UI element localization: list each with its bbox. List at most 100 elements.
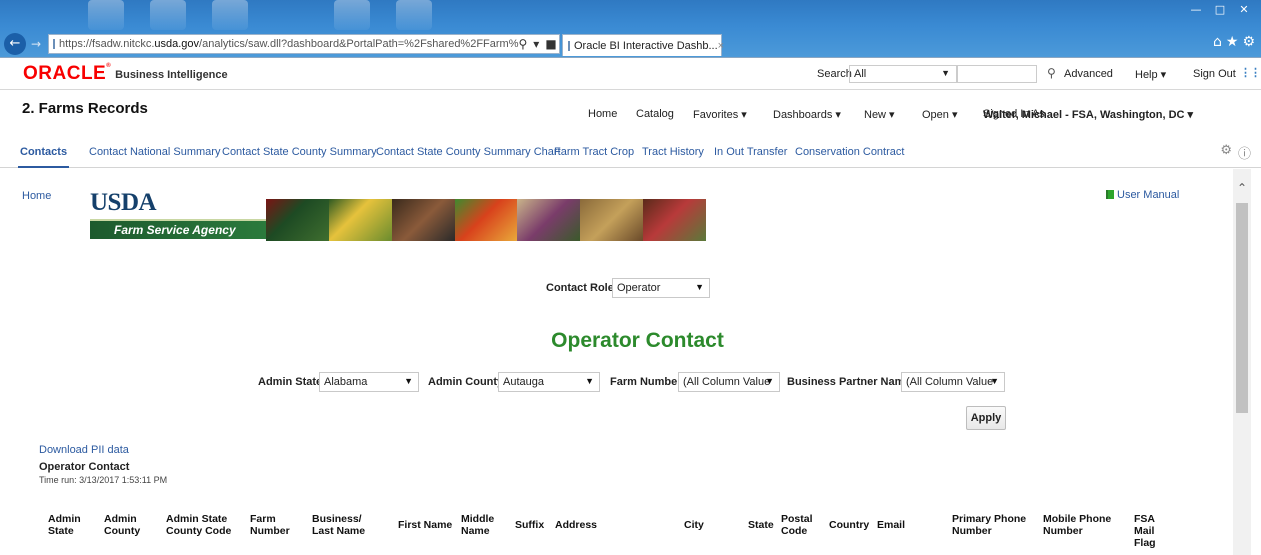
column-header[interactable]: Admin County bbox=[104, 513, 144, 537]
nav-open[interactable]: Open ▾ bbox=[922, 108, 958, 121]
dashboard-content: Home USDA Farm Service Agency User Manua… bbox=[0, 169, 1261, 555]
nav-catalog[interactable]: Catalog bbox=[636, 108, 674, 120]
chevron-up-icon[interactable]: ⌃ bbox=[1235, 181, 1249, 195]
close-icon[interactable]: ✕ bbox=[1233, 2, 1255, 18]
home-link[interactable]: Home bbox=[22, 190, 51, 202]
nav-home[interactable]: Home bbox=[588, 108, 617, 120]
oracle-logo[interactable]: ORACLE® bbox=[23, 63, 111, 85]
advanced-search-link[interactable]: Advanced bbox=[1064, 68, 1113, 80]
sign-out-link[interactable]: Sign Out bbox=[1193, 68, 1236, 80]
column-header[interactable]: Postal Code bbox=[781, 513, 817, 537]
chevron-down-icon: ▼ bbox=[765, 376, 774, 386]
maximize-icon[interactable]: □ bbox=[1209, 2, 1231, 18]
search-scope-select[interactable]: All ▼ bbox=[849, 65, 957, 83]
flag-icon bbox=[1106, 190, 1114, 199]
window-controls: — □ ✕ bbox=[1185, 2, 1255, 18]
admin-state-label: Admin State bbox=[258, 376, 323, 388]
dashboard-title: 2. Farms Records bbox=[22, 100, 148, 117]
taskbar-app-icon bbox=[212, 0, 248, 30]
lock-icon: ■ bbox=[545, 37, 557, 51]
obi-header: ORACLE® Business Intelligence Search All… bbox=[0, 58, 1261, 90]
column-header[interactable]: Mobile Phone Number bbox=[1043, 513, 1123, 537]
column-header[interactable]: State bbox=[748, 519, 778, 531]
column-header[interactable]: Address bbox=[555, 519, 605, 531]
column-header[interactable]: FSA Mail Flag bbox=[1134, 513, 1174, 549]
home-icon[interactable]: ⌂ bbox=[1213, 34, 1222, 50]
farm-number-label: Farm Number bbox=[610, 376, 682, 388]
taskbar-app-icon bbox=[150, 0, 186, 30]
column-header[interactable]: Country bbox=[829, 519, 874, 531]
minimize-icon[interactable]: — bbox=[1185, 2, 1207, 18]
column-header[interactable]: City bbox=[684, 519, 724, 531]
column-header[interactable]: Admin State County Code bbox=[166, 513, 236, 537]
favorites-star-icon[interactable]: ★ bbox=[1226, 34, 1239, 50]
tab-in-out-transfer[interactable]: In Out Transfer bbox=[714, 146, 787, 158]
help-circle-icon[interactable]: ⓘ bbox=[1238, 143, 1251, 162]
tab-conservation-contract[interactable]: Conservation Contract bbox=[795, 146, 904, 158]
agency-name: Farm Service Agency bbox=[114, 223, 236, 237]
nav-dashboards[interactable]: Dashboards ▾ bbox=[773, 108, 841, 121]
tab-contact-state-county-summary[interactable]: Contact State County Summary bbox=[222, 146, 377, 158]
address-bar[interactable]: https://fsadw.nitckc.usda.gov/analytics/… bbox=[48, 34, 560, 54]
report-title: Operator Contact bbox=[39, 461, 130, 473]
nav-favorites[interactable]: Favorites ▾ bbox=[693, 108, 747, 121]
download-pii-link[interactable]: Download PII data bbox=[39, 444, 129, 456]
chevron-down-icon: ▼ bbox=[585, 376, 594, 386]
admin-county-label: Admin County bbox=[428, 376, 504, 388]
dashboard-page-tabs: Contacts Contact National Summary Contac… bbox=[0, 136, 1261, 168]
url-text: https://fsadw.nitckc.usda.gov/analytics/… bbox=[59, 38, 519, 50]
signed-in-label: Signed In As bbox=[983, 108, 1045, 120]
dropdown-icon[interactable]: ▾ bbox=[533, 37, 539, 51]
more-icon[interactable]: ⋮⋮⋮ bbox=[1240, 66, 1261, 79]
time-run: Time run: 3/13/2017 1:53:11 PM bbox=[39, 475, 168, 485]
contact-role-select[interactable]: Operator ▼ bbox=[612, 278, 710, 298]
farm-number-select[interactable]: (All Column Value ▼ bbox=[678, 372, 780, 392]
signed-in-as[interactable]: Signed In As Walter, Michael - FSA, Wash… bbox=[983, 108, 1193, 121]
tab-farm-tract-crop[interactable]: Farm Tract Crop bbox=[554, 146, 634, 158]
column-header[interactable]: First Name bbox=[398, 519, 458, 531]
admin-county-select[interactable]: Autauga ▼ bbox=[498, 372, 600, 392]
taskbar-app-icon bbox=[88, 0, 124, 30]
product-name: Business Intelligence bbox=[115, 68, 228, 81]
search-icon[interactable]: ⚲ bbox=[519, 37, 528, 51]
page-icon bbox=[568, 40, 570, 51]
column-header[interactable]: Farm Number bbox=[250, 513, 292, 537]
admin-state-select[interactable]: Alabama ▼ bbox=[319, 372, 419, 392]
usda-banner: USDA Farm Service Agency bbox=[90, 189, 707, 243]
tab-close-icon[interactable]: × bbox=[718, 40, 724, 52]
chevron-down-icon: ▼ bbox=[695, 282, 704, 292]
user-manual-link[interactable]: User Manual bbox=[1106, 189, 1179, 201]
dashboard-bar: 2. Farms Records Home Catalog Favorites … bbox=[0, 90, 1261, 136]
business-partner-name-label: Business Partner Name bbox=[787, 376, 911, 388]
report-heading: Operator Contact bbox=[551, 329, 724, 352]
column-header[interactable]: Primary Phone Number bbox=[952, 513, 1032, 537]
nav-new[interactable]: New ▾ bbox=[864, 108, 895, 121]
tab-contact-state-county-summary-chart[interactable]: Contact State County Summary Chart bbox=[376, 146, 561, 158]
forward-arrow-icon[interactable]: → bbox=[28, 35, 44, 53]
page-options-gear-icon[interactable]: ⚙ bbox=[1220, 143, 1232, 162]
column-header[interactable]: Admin State bbox=[48, 513, 88, 537]
business-partner-name-select[interactable]: (All Column Value ▼ bbox=[901, 372, 1005, 392]
column-header[interactable]: Email bbox=[877, 519, 917, 531]
search-icon[interactable]: ⚲ bbox=[1047, 66, 1056, 80]
browser-chrome: — □ ✕ ← → https://fsadw.nitckc.usda.gov/… bbox=[0, 0, 1261, 58]
settings-gear-icon[interactable]: ⚙ bbox=[1242, 34, 1255, 50]
back-arrow-icon[interactable]: ← bbox=[4, 33, 26, 55]
scrollbar-thumb[interactable] bbox=[1236, 203, 1248, 413]
table-header: Admin State Admin County Admin State Cou… bbox=[0, 511, 1261, 551]
search-input[interactable] bbox=[957, 65, 1037, 83]
browser-tab[interactable]: Oracle BI Interactive Dashb... × bbox=[562, 34, 724, 56]
column-header[interactable]: Suffix bbox=[515, 519, 551, 531]
search-label: Search bbox=[817, 68, 852, 80]
chevron-down-icon: ▼ bbox=[941, 68, 950, 78]
chevron-down-icon: ▼ bbox=[404, 376, 413, 386]
column-header[interactable]: Middle Name bbox=[461, 513, 501, 537]
help-menu[interactable]: Help ▾ bbox=[1135, 68, 1166, 81]
column-header[interactable]: Business/ Last Name bbox=[312, 513, 382, 537]
apply-button[interactable]: Apply bbox=[966, 406, 1006, 430]
usda-logo: USDA bbox=[90, 189, 157, 216]
tab-tract-history[interactable]: Tract History bbox=[642, 146, 704, 158]
taskbar-app-icon bbox=[396, 0, 432, 30]
tab-contact-national-summary[interactable]: Contact National Summary bbox=[89, 146, 220, 158]
tab-contacts[interactable]: Contacts bbox=[17, 146, 70, 168]
